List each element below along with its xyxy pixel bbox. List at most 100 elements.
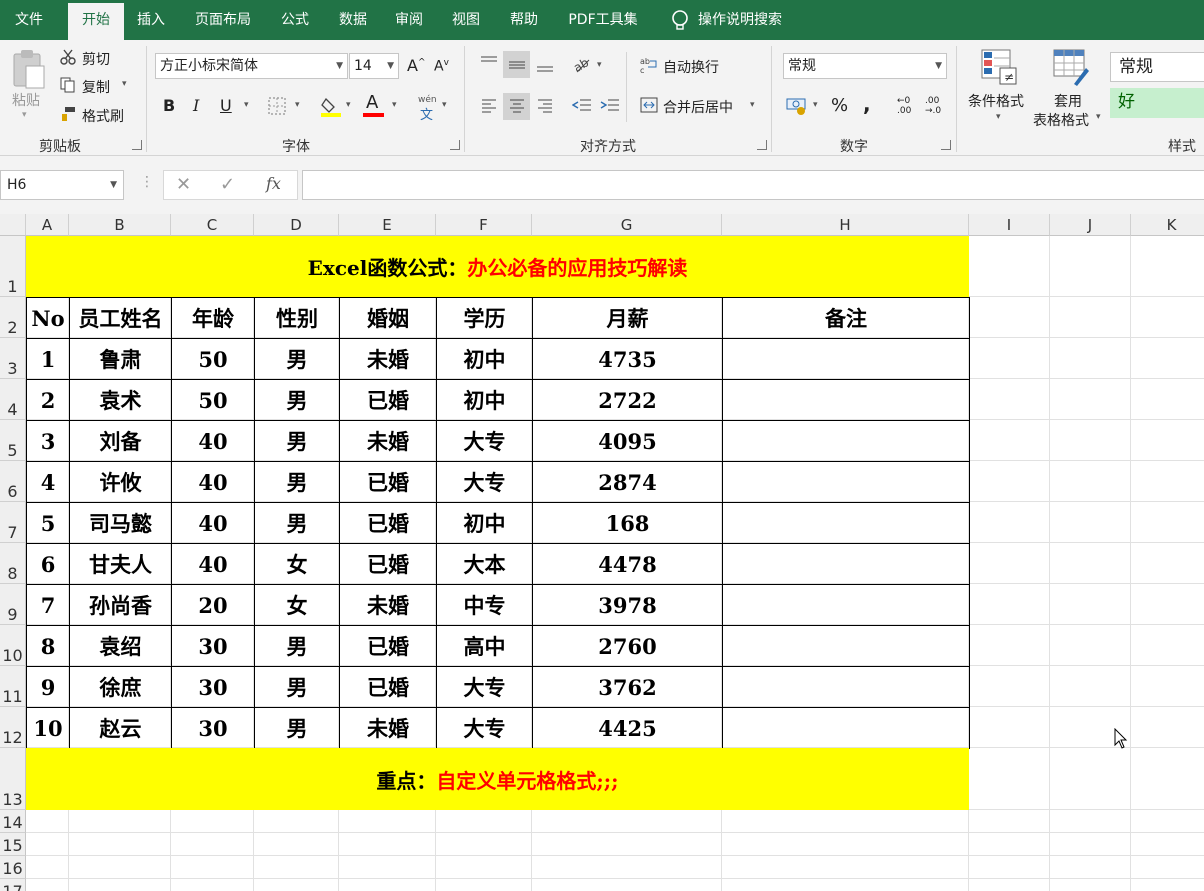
cell-notes[interactable] bbox=[722, 502, 970, 544]
orientation-icon[interactable]: ab bbox=[571, 54, 593, 74]
conditional-format-button[interactable]: 条件格式 bbox=[968, 91, 1024, 111]
increase-decimal-icon[interactable]: ←0.00 bbox=[897, 96, 911, 116]
row-header-7[interactable]: 7 bbox=[0, 502, 26, 543]
currency-dropdown-icon[interactable]: ▾ bbox=[813, 100, 818, 110]
align-middle-icon[interactable] bbox=[507, 55, 527, 75]
col-header-g[interactable]: G bbox=[532, 214, 722, 236]
cell-gender[interactable]: 男 bbox=[254, 461, 340, 503]
col-header-i[interactable]: I bbox=[969, 214, 1050, 236]
header-salary[interactable]: 月薪 bbox=[532, 297, 723, 339]
borders-dropdown-icon[interactable]: ▾ bbox=[295, 100, 300, 110]
cell-marital[interactable]: 未婚 bbox=[339, 338, 437, 380]
font-launcher-icon[interactable] bbox=[450, 140, 460, 150]
cell-salary[interactable]: 4735 bbox=[532, 338, 723, 380]
cell-age[interactable]: 30 bbox=[171, 625, 255, 667]
header-marital[interactable]: 婚姻 bbox=[339, 297, 437, 339]
format-as-table-button[interactable]: 表格格式 bbox=[1033, 110, 1089, 130]
cell-name[interactable]: 袁绍 bbox=[69, 625, 172, 667]
cell-education[interactable]: 初中 bbox=[436, 502, 533, 544]
cell-no[interactable]: 3 bbox=[26, 420, 70, 462]
cell-education[interactable]: 大本 bbox=[436, 543, 533, 585]
font-color-button[interactable]: A bbox=[366, 92, 378, 113]
cell-salary[interactable]: 2722 bbox=[532, 379, 723, 421]
decrease-decimal-icon[interactable]: .00 →.0 bbox=[925, 96, 941, 116]
cell-marital[interactable]: 未婚 bbox=[339, 584, 437, 626]
col-header-k[interactable]: K bbox=[1131, 214, 1204, 236]
cell-notes[interactable] bbox=[722, 379, 970, 421]
copy-dropdown-icon[interactable]: ▾ bbox=[122, 79, 127, 89]
decrease-indent-icon[interactable] bbox=[572, 97, 592, 113]
col-header-b[interactable]: B bbox=[69, 214, 171, 236]
cell-age[interactable]: 50 bbox=[171, 379, 255, 421]
number-format-select[interactable]: 常规 ▼ bbox=[783, 53, 947, 79]
cell-salary[interactable]: 4095 bbox=[532, 420, 723, 462]
align-center-icon[interactable] bbox=[509, 97, 525, 113]
cell-salary[interactable]: 2760 bbox=[532, 625, 723, 667]
wrap-text-button[interactable]: 自动换行 bbox=[663, 57, 719, 77]
cell-no[interactable]: 1 bbox=[26, 338, 70, 380]
row-header-5[interactable]: 5 bbox=[0, 420, 26, 461]
cell-salary[interactable]: 4425 bbox=[532, 707, 723, 749]
cell-name[interactable]: 司马懿 bbox=[69, 502, 172, 544]
style-good[interactable]: 好 bbox=[1110, 88, 1204, 118]
cell-notes[interactable] bbox=[722, 666, 970, 708]
align-right-icon[interactable] bbox=[537, 97, 553, 113]
select-all-corner[interactable] bbox=[0, 214, 26, 236]
row-header-8[interactable]: 8 bbox=[0, 543, 26, 584]
cell-notes[interactable] bbox=[722, 543, 970, 585]
cell-marital[interactable]: 未婚 bbox=[339, 707, 437, 749]
tab-page-layout[interactable]: 页面布局 bbox=[184, 0, 262, 40]
italic-button[interactable]: I bbox=[193, 96, 199, 115]
cell-salary[interactable]: 168 bbox=[532, 502, 723, 544]
paste-icon[interactable] bbox=[10, 48, 48, 92]
decrease-font-size-icon[interactable]: Av bbox=[434, 58, 449, 75]
borders-icon[interactable] bbox=[268, 97, 286, 115]
cell-education[interactable]: 中专 bbox=[436, 584, 533, 626]
underline-button[interactable]: U bbox=[220, 96, 232, 115]
cell-age[interactable]: 30 bbox=[171, 666, 255, 708]
font-size-select[interactable]: 14 ▼ bbox=[349, 53, 399, 79]
cell-age[interactable]: 50 bbox=[171, 338, 255, 380]
cell-marital[interactable]: 已婚 bbox=[339, 502, 437, 544]
cell-salary[interactable]: 3978 bbox=[532, 584, 723, 626]
merge-center-button[interactable]: 合并后居中 bbox=[663, 97, 733, 117]
cell-gender[interactable]: 女 bbox=[254, 584, 340, 626]
row-header-15[interactable]: 15 bbox=[0, 833, 26, 856]
row-header-3[interactable]: 3 bbox=[0, 338, 26, 379]
formula-input[interactable] bbox=[302, 170, 1204, 200]
cell-gender[interactable]: 男 bbox=[254, 338, 340, 380]
number-launcher-icon[interactable] bbox=[941, 140, 951, 150]
orientation-dropdown-icon[interactable]: ▾ bbox=[597, 60, 602, 70]
paste-button[interactable]: 粘贴 bbox=[12, 90, 40, 110]
tab-file[interactable]: 文件 bbox=[0, 0, 58, 40]
cell-education[interactable]: 大专 bbox=[436, 666, 533, 708]
cell-notes[interactable] bbox=[722, 420, 970, 462]
cell-marital[interactable]: 已婚 bbox=[339, 666, 437, 708]
row-header-4[interactable]: 4 bbox=[0, 379, 26, 420]
comma-button[interactable]: , bbox=[863, 92, 871, 116]
cell-marital[interactable]: 已婚 bbox=[339, 461, 437, 503]
tab-review[interactable]: 审阅 bbox=[386, 0, 432, 40]
col-header-j[interactable]: J bbox=[1050, 214, 1131, 236]
col-header-f[interactable]: F bbox=[436, 214, 532, 236]
fill-color-dropdown-icon[interactable]: ▾ bbox=[346, 100, 351, 110]
cell-notes[interactable] bbox=[722, 707, 970, 749]
cell-salary[interactable]: 3762 bbox=[532, 666, 723, 708]
cell-no[interactable]: 6 bbox=[26, 543, 70, 585]
tab-home[interactable]: 开始 bbox=[68, 3, 124, 40]
align-bottom-icon[interactable] bbox=[535, 55, 555, 75]
col-header-c[interactable]: C bbox=[171, 214, 254, 236]
cell-age[interactable]: 40 bbox=[171, 543, 255, 585]
underline-dropdown-icon[interactable]: ▾ bbox=[244, 100, 249, 110]
col-header-h[interactable]: H bbox=[722, 214, 969, 236]
cell-gender[interactable]: 男 bbox=[254, 379, 340, 421]
row-header-6[interactable]: 6 bbox=[0, 461, 26, 502]
cell-age[interactable]: 20 bbox=[171, 584, 255, 626]
cell-education[interactable]: 大专 bbox=[436, 420, 533, 462]
tab-view[interactable]: 视图 bbox=[442, 0, 490, 40]
header-name[interactable]: 员工姓名 bbox=[69, 297, 172, 339]
format-as-table-dropdown-icon[interactable]: ▾ bbox=[1096, 112, 1101, 122]
col-header-d[interactable]: D bbox=[254, 214, 339, 236]
align-top-icon[interactable] bbox=[479, 53, 499, 73]
increase-indent-icon[interactable] bbox=[600, 97, 620, 113]
